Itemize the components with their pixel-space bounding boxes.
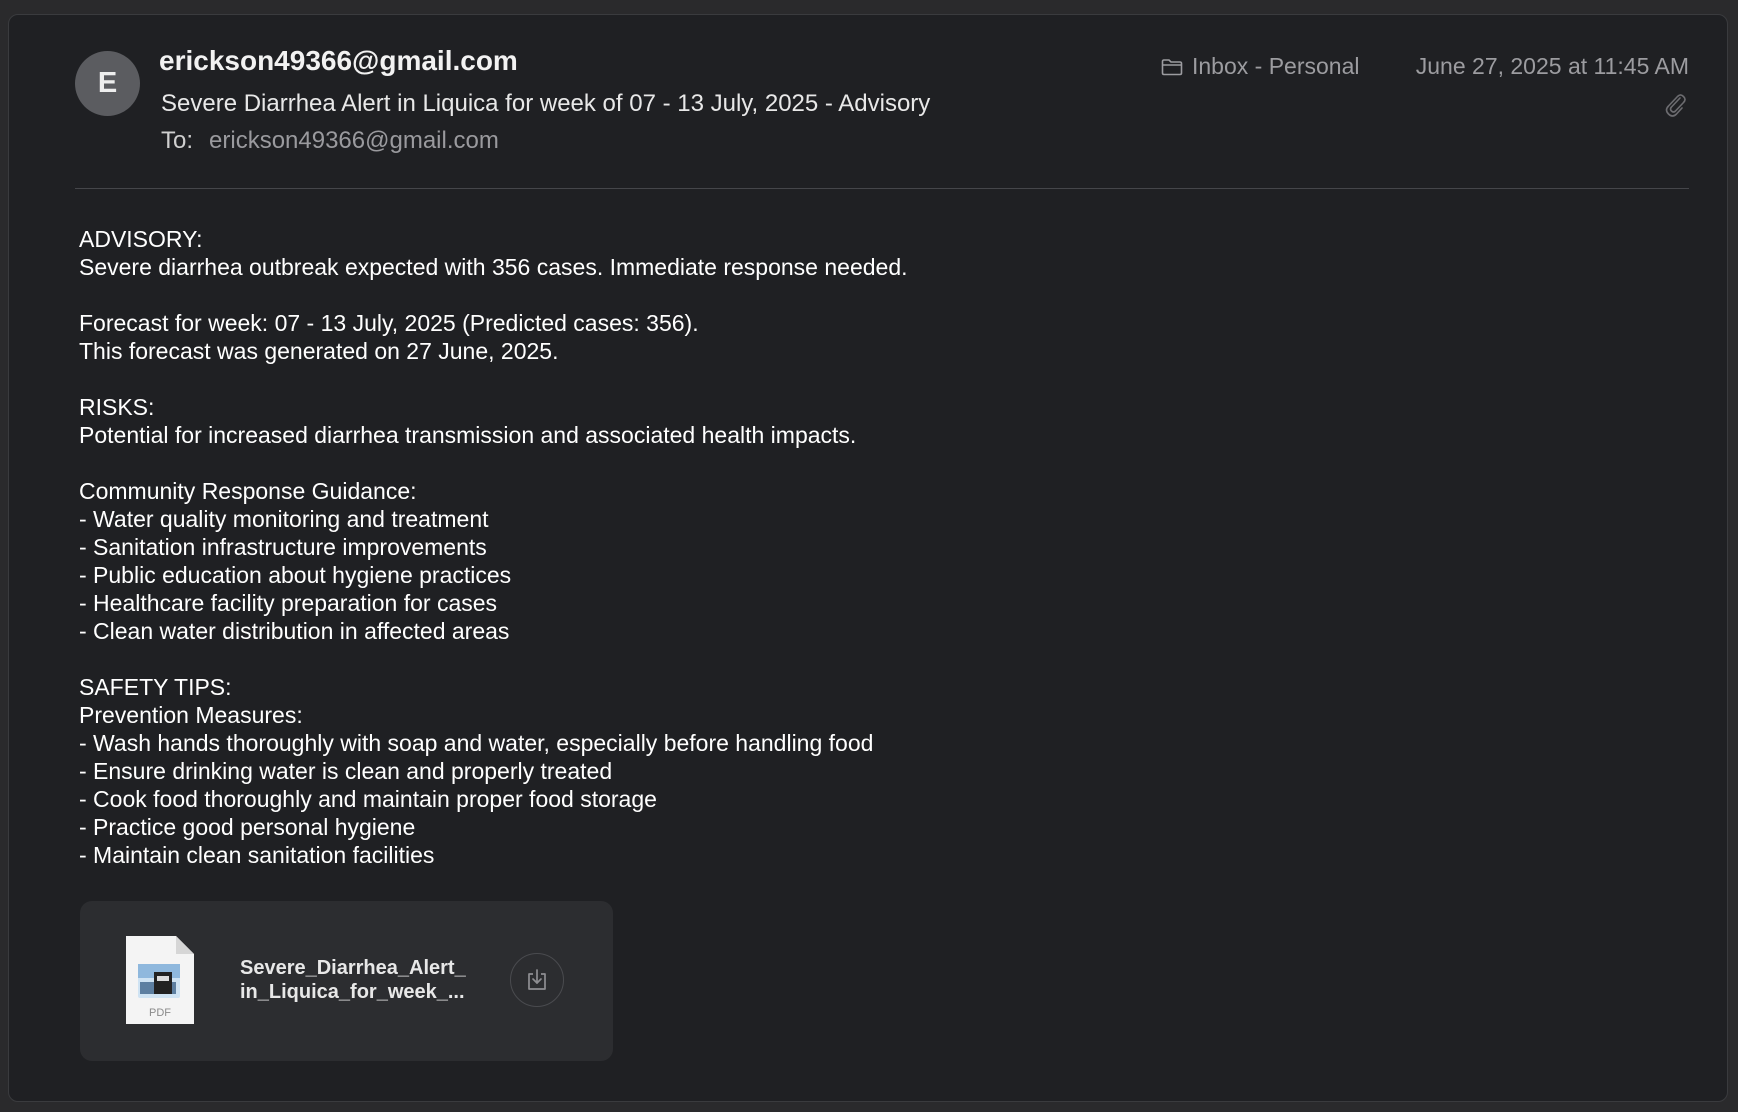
mailbox-location[interactable]: Inbox - Personal: [1161, 53, 1359, 80]
body-line: - Practice good personal hygiene: [79, 814, 416, 840]
folder-icon: [1161, 58, 1183, 75]
sender-address[interactable]: erickson49366@gmail.com: [159, 45, 518, 77]
body-line: Prevention Measures:: [79, 702, 303, 728]
download-icon: [528, 969, 546, 990]
recipient-line: To: erickson49366@gmail.com: [161, 127, 499, 155]
header-divider: [75, 188, 1689, 189]
recipient-address[interactable]: erickson49366@gmail.com: [209, 127, 499, 154]
body-blank-line: [79, 281, 1479, 309]
mailbox-label: Inbox - Personal: [1192, 53, 1360, 79]
body-blank-line: [79, 645, 1479, 673]
body-line: - Cook food thoroughly and maintain prop…: [79, 786, 657, 812]
body-line: - Ensure drinking water is clean and pro…: [79, 758, 613, 784]
email-viewer-window: E erickson49366@gmail.com Severe Diarrhe…: [8, 14, 1728, 1102]
download-button[interactable]: [510, 953, 564, 1007]
avatar-initial: E: [97, 67, 118, 99]
body-line: - Sanitation infrastructure improvements: [79, 534, 487, 560]
email-body: ADVISORY: Severe diarrhea outbreak expect…: [79, 225, 1479, 869]
to-label: To:: [161, 127, 194, 154]
body-line: - Clean water distribution in affected a…: [79, 618, 510, 644]
body-line: - Healthcare facility preparation for ca…: [79, 590, 498, 616]
paperclip-icon: [1665, 94, 1686, 117]
body-line: Potential for increased diarrhea transmi…: [79, 422, 857, 448]
attachment-filename: Severe_Diarrhea_Alert_ in_Liquica_for_we…: [240, 956, 490, 1004]
file-type-label: PDF: [149, 1007, 171, 1019]
email-subject: Severe Diarrhea Alert in Liquica for wee…: [161, 90, 931, 117]
body-line: This forecast was generated on 27 June, …: [79, 338, 559, 364]
body-line: Community Response Guidance:: [79, 478, 417, 504]
body-blank-line: [79, 365, 1479, 393]
attachment-filename-line2: in_Liquica_for_week_...: [240, 981, 465, 1003]
body-line: - Wash hands thoroughly with soap and wa…: [79, 730, 874, 756]
body-line: RISKS:: [79, 394, 155, 420]
pdf-file-icon: PDF: [126, 936, 194, 1024]
body-line: - Maintain clean sanitation facilities: [79, 842, 435, 868]
body-blank-line: [79, 449, 1479, 477]
attachment-card[interactable]: PDF Severe_Diarrhea_Alert_ in_Liquica_fo…: [80, 901, 613, 1061]
body-line: - Water quality monitoring and treatment: [79, 506, 489, 532]
body-line: Severe diarrhea outbreak expected with 3…: [79, 254, 908, 280]
body-line: ADVISORY:: [79, 226, 203, 252]
attachment-filename-line1: Severe_Diarrhea_Alert_: [240, 957, 466, 979]
sender-avatar: E: [75, 51, 140, 116]
body-line: SAFETY TIPS:: [79, 674, 232, 700]
email-date: June 27, 2025 at 11:45 AM: [1415, 53, 1689, 79]
body-line: Forecast for week: 07 - 13 July, 2025 (P…: [79, 310, 699, 336]
body-line: - Public education about hygiene practic…: [79, 562, 512, 588]
